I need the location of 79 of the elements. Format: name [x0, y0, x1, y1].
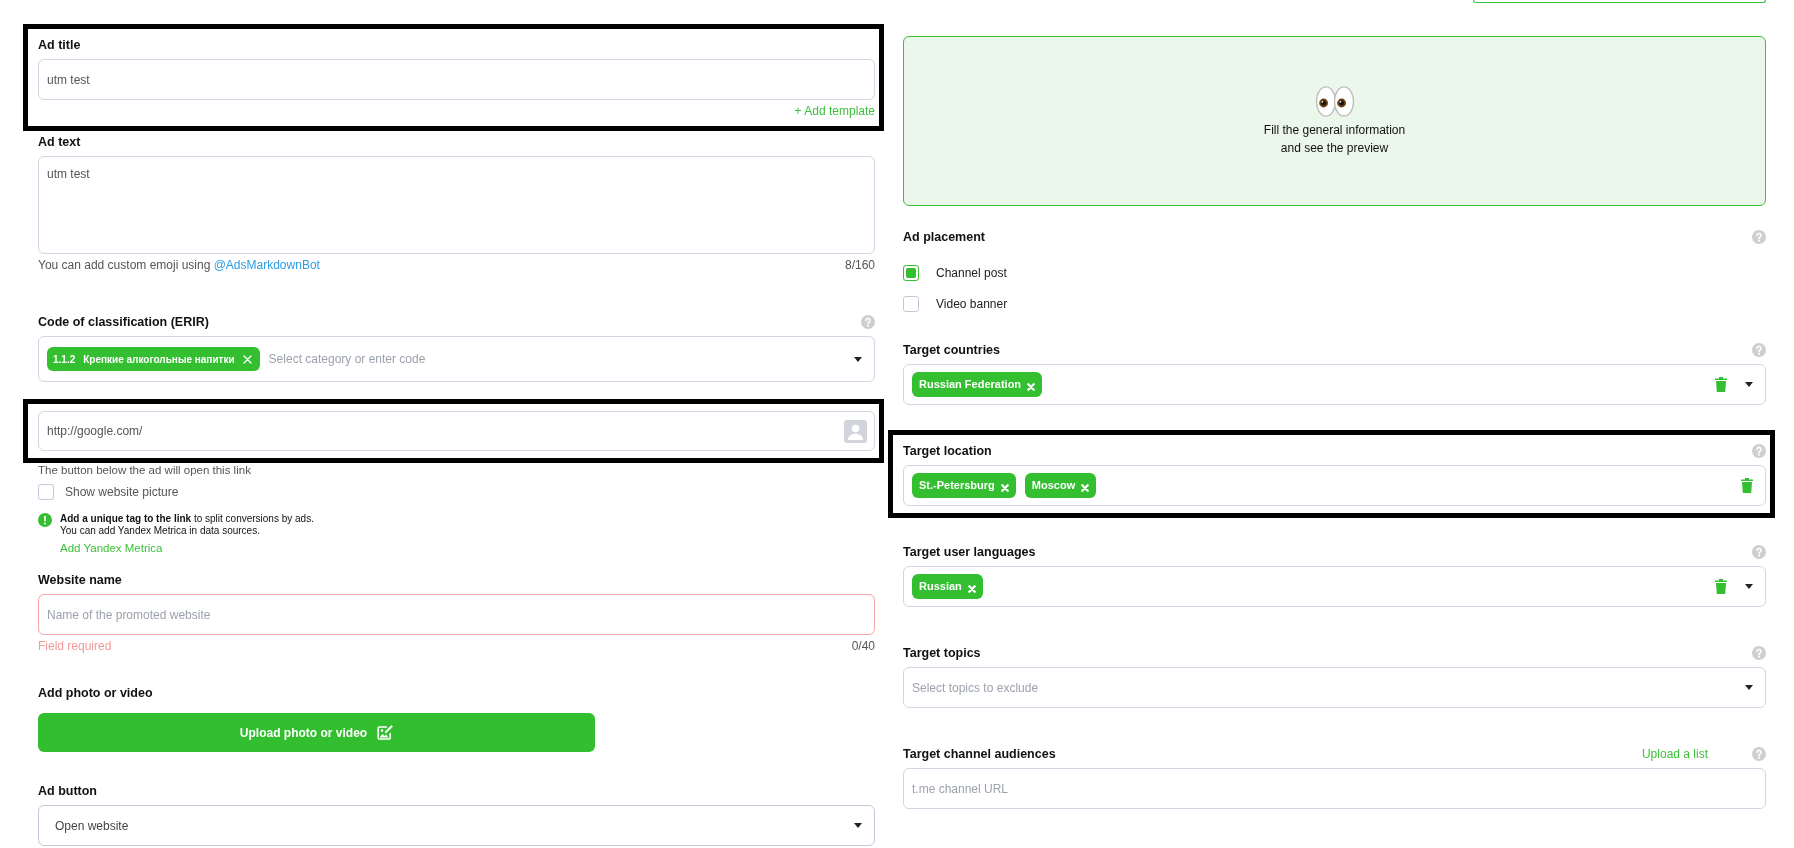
- checkbox-label: Channel post: [936, 265, 1007, 282]
- tag-label: Russian Federation: [919, 377, 1022, 393]
- tag-chip[interactable]: 1.1.2 Крепкие алкогольные напитки: [47, 347, 260, 371]
- add-template-link[interactable]: + Add template: [794, 103, 875, 119]
- help-icon[interactable]: [1752, 545, 1766, 559]
- tag-chip[interactable]: St.-Petersburg: [912, 473, 1016, 498]
- tag-label: Moscow: [1031, 478, 1076, 494]
- hint-text: The button below the ad will open this link: [38, 463, 252, 477]
- close-icon[interactable]: [1081, 483, 1090, 492]
- tag-chip[interactable]: Russian Federation: [912, 372, 1043, 397]
- close-icon[interactable]: [242, 354, 252, 364]
- field-label: Ad text: [38, 134, 81, 151]
- checkbox[interactable]: [903, 265, 919, 281]
- tag-code: 1.1.2: [53, 352, 76, 367]
- tag-select-field[interactable]: St.-Petersburg Moscow: [903, 465, 1766, 506]
- upload-list-link[interactable]: Upload a list: [1641, 745, 1708, 763]
- person-icon[interactable]: [844, 419, 867, 443]
- search-input[interactable]: Select topics to exclude: [912, 678, 1736, 697]
- text-field[interactable]: t.me channel URL: [903, 768, 1766, 809]
- dropdown-select[interactable]: Open website: [38, 805, 875, 847]
- tag-label: Крепкие алкогольные напитки: [83, 352, 235, 367]
- char-counter: 0/40: [851, 638, 875, 655]
- tag-select-field[interactable]: Russian: [903, 566, 1766, 607]
- tag-select-field[interactable]: Select topics to exclude: [903, 667, 1766, 708]
- field-label: Target countries: [903, 342, 1000, 359]
- tag-label: St.-Petersburg: [919, 478, 995, 494]
- close-icon[interactable]: [1000, 483, 1009, 492]
- help-icon[interactable]: [861, 315, 875, 329]
- tag-chip[interactable]: Moscow: [1024, 473, 1097, 498]
- caret-icon[interactable]: [1745, 382, 1753, 387]
- text-field[interactable]: utm test: [38, 59, 875, 100]
- close-icon[interactable]: [967, 584, 976, 593]
- text-area[interactable]: utm test: [38, 156, 875, 254]
- field-label: Ad placement: [903, 229, 985, 246]
- field-label: Ad button: [38, 783, 97, 801]
- tag-label: Russian: [919, 579, 962, 595]
- metrica-link[interactable]: Add Yandex Metrica: [60, 540, 163, 558]
- field-label: Target location: [903, 443, 992, 460]
- help-icon[interactable]: [1752, 230, 1766, 244]
- tag-select-field[interactable]: Russian Federation: [903, 364, 1766, 405]
- help-icon[interactable]: [1752, 747, 1766, 761]
- trash-icon[interactable]: [1715, 377, 1727, 392]
- image-edit-icon: [377, 725, 394, 741]
- help-icon[interactable]: [1752, 343, 1766, 357]
- field-label: Code of classification (ERIR): [38, 314, 209, 331]
- field-label: Ad title: [38, 37, 81, 54]
- checkbox-label: Show website picture: [65, 484, 179, 501]
- checkbox[interactable]: [903, 296, 919, 312]
- field-label: Target channel audiences: [903, 746, 1056, 763]
- field-label: Add photo or video: [38, 685, 153, 703]
- checkbox[interactable]: [38, 484, 54, 500]
- help-icon[interactable]: [1752, 646, 1766, 660]
- close-icon[interactable]: [1027, 382, 1036, 391]
- char-counter: 8/160: [844, 257, 875, 273]
- trash-icon[interactable]: [1715, 579, 1727, 594]
- url-field[interactable]: http://google.com/: [38, 411, 875, 451]
- field-label: Target user languages: [903, 544, 1036, 561]
- field-label: Target topics: [903, 645, 981, 662]
- caret-icon[interactable]: [1745, 584, 1753, 589]
- upload-button[interactable]: Upload photo or video: [38, 713, 595, 753]
- search-input[interactable]: Select category or enter code: [268, 350, 845, 368]
- bot-link[interactable]: @AdsMarkdownBot: [213, 258, 320, 272]
- tag-select-field[interactable]: 1.1.2 Крепкие алкогольные напитки Select category or enter code: [38, 336, 875, 382]
- caret-icon[interactable]: [854, 356, 862, 362]
- eyes-icon: [1314, 85, 1355, 117]
- preview-message: Fill the general information and see the preview: [1263, 121, 1406, 157]
- exclamation-icon: [38, 513, 52, 527]
- caret-icon[interactable]: [854, 823, 862, 829]
- text-field[interactable]: Name of the promoted website: [38, 594, 875, 636]
- caret-icon[interactable]: [1745, 685, 1753, 690]
- help-icon[interactable]: [1752, 444, 1766, 458]
- field-label: Website name: [38, 572, 122, 590]
- url-input[interactable]: http://google.com/: [47, 422, 844, 440]
- checkbox-label: Video banner: [936, 296, 1008, 313]
- hint-text: You can add custom emoji using @AdsMarkdownBot: [38, 257, 320, 273]
- trash-icon[interactable]: [1741, 478, 1753, 493]
- notice-text: Add a unique tag to the link to split conversions by ads. You can add Yandex Metrica in data sources.: [60, 513, 314, 537]
- error-text: Field required: [38, 638, 112, 655]
- tag-chip[interactable]: Russian: [912, 574, 983, 599]
